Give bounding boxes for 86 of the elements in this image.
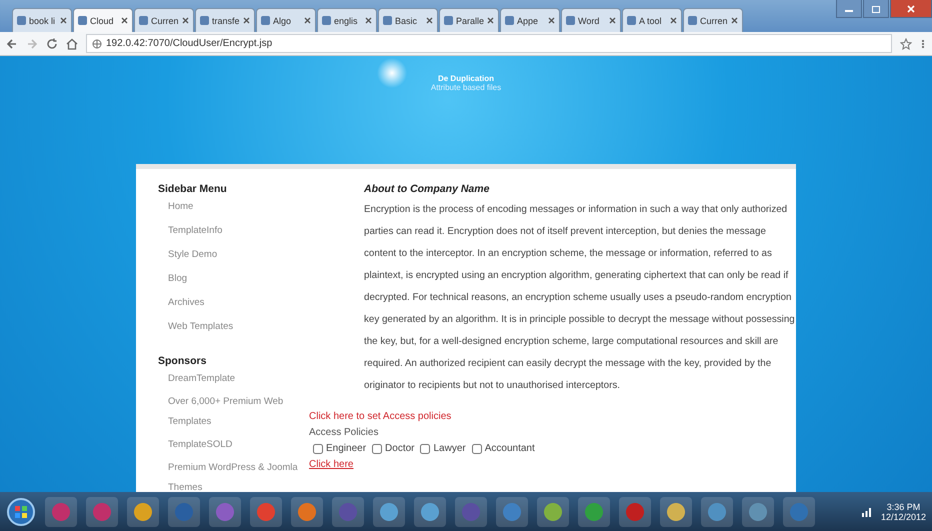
close-icon[interactable]	[548, 17, 555, 24]
app-icon[interactable]	[537, 496, 569, 526]
favicon-icon	[261, 16, 270, 25]
app-icon[interactable]	[291, 496, 323, 526]
app-icon[interactable]	[127, 496, 159, 526]
app-icon[interactable]	[660, 496, 692, 526]
body-paragraph: Encryption is the process of encoding messages or information in such a way that only authorized parties can read it. Encryption does not of itself prevent interception, but denies the message content to the interceptor. In an encryption scheme, the message or information, referred to as plaintext, is encrypted using an encryption algorithm, generating ciphertext that can only be read if decrypted. For technical reasons, an encryption scheme usually uses a pseudo-random encryption key generated by an algorithm. It is in principle possible to decrypt the message without possessing the key, but, for a well-designed encryption scheme, large computational resources and skill are required. An authorized recipient can easily decrypt the message with the key, provided by the originator to recipients but not to unauthorised interceptors.	[364, 203, 796, 393]
access-policies-link[interactable]: Click here to set Access policies	[309, 411, 452, 422]
favicon-icon	[566, 16, 575, 25]
browser-tab[interactable]: Word	[561, 8, 621, 32]
sponsors-heading: Sponsors	[158, 355, 208, 367]
section-heading: About to Company Name	[364, 183, 490, 195]
clock[interactable]: 3:36 PM 12/12/2012	[880, 502, 926, 522]
browser-tab[interactable]: A tool	[622, 8, 682, 32]
app-icon[interactable]	[414, 496, 446, 526]
favicon-icon	[383, 16, 392, 25]
browser-tab[interactable]: Curren	[134, 8, 194, 32]
sidebar-link[interactable]: Archives	[158, 295, 298, 319]
favicon-icon	[444, 16, 453, 25]
checkbox-label: Doctor	[385, 443, 414, 454]
browser-tab[interactable]: book li	[12, 8, 72, 32]
favicon-icon	[17, 16, 26, 25]
back-icon[interactable]	[6, 38, 18, 50]
site-title: De Duplication	[438, 74, 494, 83]
site-subtitle: Attribute based files	[430, 83, 502, 92]
close-icon[interactable]	[304, 17, 311, 24]
checkbox-label: Accountant	[484, 443, 535, 454]
browser-tab[interactable]: transfe	[195, 8, 255, 32]
browser-tab[interactable]: Basic	[378, 8, 438, 32]
app-icon[interactable]	[373, 496, 405, 526]
close-icon[interactable]	[121, 17, 128, 24]
checkbox-label: Lawyer	[433, 443, 466, 454]
network-icon[interactable]	[860, 506, 873, 518]
light-flare-icon	[377, 58, 407, 88]
favicon-icon	[200, 16, 209, 25]
close-icon[interactable]	[670, 17, 677, 24]
browser-tab[interactable]: Curren	[683, 8, 743, 32]
close-icon[interactable]	[243, 17, 250, 24]
sponsor-link[interactable]: Over 6,000+ Premium Web Templates	[158, 392, 298, 432]
app-icon[interactable]	[578, 496, 610, 526]
sidebar-heading: Sidebar Menu	[158, 183, 228, 195]
sidebar-link[interactable]: Web Templates	[158, 319, 298, 343]
browser-tab[interactable]: Algo	[256, 8, 316, 32]
close-icon[interactable]	[487, 17, 494, 24]
close-icon[interactable]	[426, 17, 433, 24]
clock-date: 12/12/2012	[880, 512, 926, 522]
sponsor-link[interactable]: TemplateSOLD	[158, 435, 298, 455]
globe-icon	[92, 38, 102, 48]
checkbox-label: Engineer	[326, 443, 366, 454]
start-button[interactable]	[6, 496, 36, 526]
home-icon[interactable]	[66, 38, 78, 50]
star-icon[interactable]	[900, 38, 912, 50]
policy-checkbox[interactable]	[472, 444, 482, 454]
policy-checkbox[interactable]	[420, 444, 430, 454]
sidebar-link[interactable]: Style Demo	[158, 247, 298, 271]
close-icon[interactable]	[60, 17, 67, 24]
browser-tab[interactable]: Cloud	[73, 8, 133, 32]
favicon-icon	[322, 16, 331, 25]
browser-tab[interactable]: Paralle	[439, 8, 499, 32]
reload-icon[interactable]	[46, 38, 58, 50]
close-icon[interactable]	[182, 17, 189, 24]
sidebar-link[interactable]: TemplateInfo	[158, 223, 298, 247]
close-icon[interactable]	[365, 17, 372, 24]
sidebar-link[interactable]: Blog	[158, 271, 298, 295]
favicon-icon	[139, 16, 148, 25]
close-icon[interactable]	[609, 17, 616, 24]
favicon-icon	[505, 16, 514, 25]
sidebar-link[interactable]: Home	[158, 199, 298, 223]
menu-icon[interactable]	[920, 38, 926, 50]
minimize-icon[interactable]	[836, 0, 862, 18]
favicon-icon	[78, 16, 87, 25]
close-icon[interactable]	[731, 17, 738, 24]
browser-tab[interactable]: englis	[317, 8, 377, 32]
sponsor-link[interactable]: DreamTemplate	[158, 369, 298, 389]
address-field[interactable]: 192.0.42:7070/CloudUser/Encrypt.jsp	[86, 34, 892, 53]
maximize-icon[interactable]	[863, 0, 889, 18]
favicon-icon	[627, 16, 636, 25]
browser-tab[interactable]: Appe	[500, 8, 560, 32]
sponsor-link[interactable]: Premium WordPress & Joomla Themes	[158, 458, 298, 492]
clock-time: 3:36 PM	[886, 502, 920, 512]
close-icon[interactable]	[890, 0, 932, 18]
submit-link[interactable]: Click here	[309, 459, 354, 470]
access-policies-label: Access Policies	[309, 427, 378, 438]
policy-checkbox[interactable]	[372, 444, 382, 454]
favicon-icon	[688, 16, 697, 25]
policy-checkbox[interactable]	[313, 444, 323, 454]
